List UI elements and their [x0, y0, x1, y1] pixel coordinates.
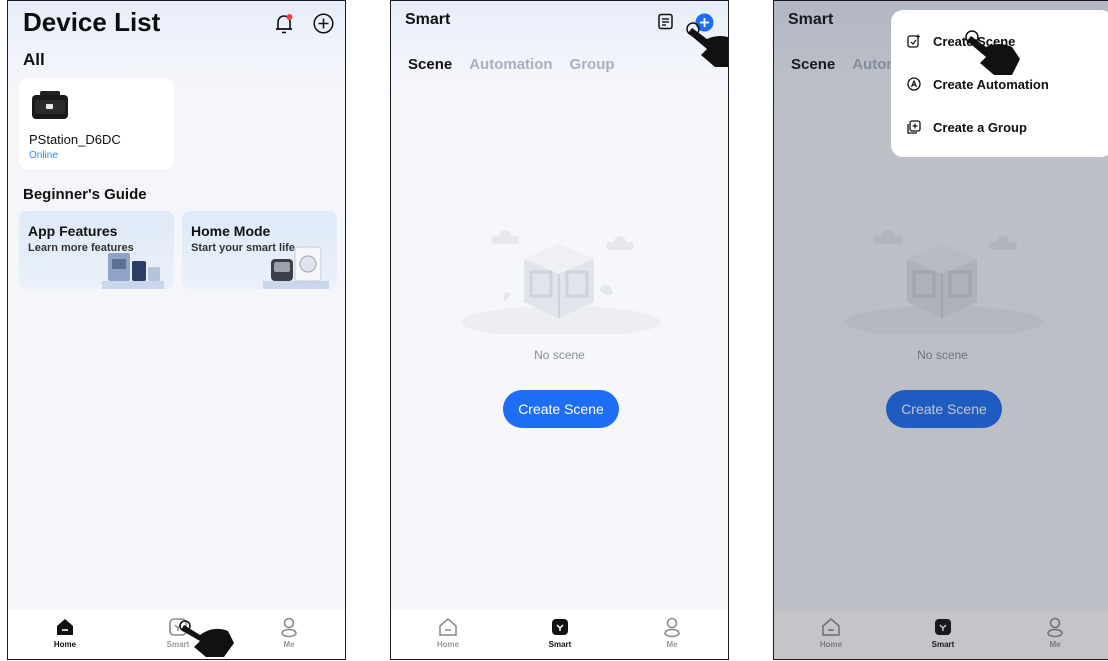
tab-me[interactable]: Me	[642, 613, 702, 649]
bell-icon[interactable]	[274, 13, 294, 35]
smart-tabs: Scene Automation Group	[408, 56, 615, 73]
home-icon	[439, 618, 457, 636]
tab-label: Smart	[548, 640, 572, 649]
empty-state-text: No scene	[534, 348, 585, 362]
menu-item-label: Create Automation	[933, 76, 1049, 92]
tab-group[interactable]: Group	[570, 56, 615, 73]
menu-item-create-automation[interactable]: Create Automation	[907, 74, 1049, 94]
home-icon	[57, 619, 73, 635]
tab-label: Me	[666, 640, 678, 649]
guide-title: Beginner's Guide	[23, 186, 147, 203]
group-icon	[907, 120, 921, 134]
guide-card-home-mode[interactable]: Home Mode Start your smart life	[182, 211, 337, 289]
person-icon	[664, 617, 680, 638]
tab-smart[interactable]: Smart	[530, 613, 590, 649]
person-icon	[281, 617, 297, 638]
device-status: Online	[29, 150, 58, 161]
home-appliances-illustration	[263, 246, 329, 289]
tap-hand-icon	[686, 22, 728, 67]
section-all: All	[23, 50, 45, 69]
device-card[interactable]: PStation_D6DC Online	[19, 78, 174, 169]
tab-label: Home	[53, 640, 77, 649]
add-device-icon[interactable]	[313, 13, 334, 34]
menu-item-label: Create a Group	[933, 119, 1027, 135]
guide-card-app-features[interactable]: App Features Learn more features	[19, 211, 174, 289]
page-title: Device List	[23, 7, 161, 37]
phone-device-list: Device List All PStation_D6DC Online Beg…	[7, 0, 346, 660]
tab-home[interactable]: Home	[418, 613, 478, 649]
bottom-tab-bar: Home Smart Me	[8, 609, 345, 659]
device-name: PStation_D6DC	[29, 132, 121, 147]
tab-me[interactable]: Me	[259, 613, 319, 649]
scene-plus-icon	[907, 34, 920, 48]
phone-smart-menu: Smart Scene Automation No scene Create S…	[773, 0, 1108, 660]
page-title: Smart	[405, 11, 451, 28]
power-station-icon	[32, 91, 68, 119]
smart-icon	[552, 619, 568, 635]
log-document-icon[interactable]	[657, 13, 674, 30]
create-scene-button[interactable]: Create Scene	[503, 390, 619, 428]
empty-box-illustration	[461, 230, 661, 334]
tab-label: Me	[283, 640, 295, 649]
automation-icon	[907, 77, 921, 91]
tap-hand-icon	[965, 30, 1020, 75]
tap-hand-icon	[179, 620, 234, 657]
tab-automation[interactable]: Automation	[469, 56, 552, 73]
tab-label: Home	[436, 640, 460, 649]
tab-home[interactable]: Home	[35, 613, 95, 649]
phone-smart-scene: Smart Scene Automation Group No scene Cr…	[390, 0, 729, 660]
bottom-tab-bar: Home Smart Me	[391, 609, 728, 659]
menu-item-create-group[interactable]: Create a Group	[907, 117, 1027, 137]
guide-card-title: Home Mode	[191, 223, 271, 239]
tab-scene[interactable]: Scene	[408, 56, 452, 73]
appliances-illustration	[102, 253, 164, 289]
